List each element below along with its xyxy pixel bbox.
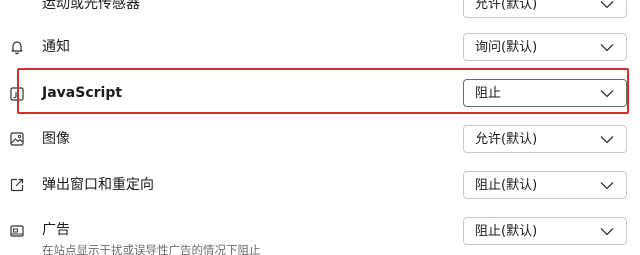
setting-label: 弹出窗口和重定向 <box>42 177 154 193</box>
select-value: 允许(默认) <box>475 0 538 12</box>
images-select[interactable]: 允许(默认) <box>463 125 627 153</box>
setting-label: 图像 <box>42 131 70 147</box>
site-permissions-panel: 运动或光传感器 允许(默认) 通知 询问(默认) JavaScript 阻止 图… <box>0 0 640 255</box>
setting-row-popups: 弹出窗口和重定向 阻止(默认) <box>0 162 640 208</box>
setting-label: 通知 <box>42 39 70 55</box>
notifications-select[interactable]: 询问(默认) <box>463 33 627 61</box>
popup-icon <box>9 177 25 193</box>
ads-select[interactable]: 阻止(默认) <box>463 217 627 245</box>
setting-row-images: 图像 允许(默认) <box>0 116 640 162</box>
setting-row-notifications: 通知 询问(默认) <box>0 24 640 70</box>
select-value: 阻止 <box>475 86 502 101</box>
setting-row-ads: 广告 在站点显示干扰或误导性广告的情况下阻止 阻止(默认) <box>0 208 640 255</box>
image-icon <box>9 131 25 147</box>
javascript-select[interactable]: 阻止 <box>463 79 627 107</box>
chevron-down-icon <box>600 90 614 98</box>
setting-label: 广告 <box>42 222 70 238</box>
select-value: 询问(默认) <box>475 40 538 55</box>
setting-row-motion-sensors: 运动或光传感器 允许(默认) <box>0 0 640 24</box>
motion-sensors-select[interactable]: 允许(默认) <box>463 0 627 18</box>
popups-select[interactable]: 阻止(默认) <box>463 171 627 199</box>
ads-icon <box>9 223 25 239</box>
chevron-down-icon <box>600 228 614 236</box>
chevron-down-icon <box>600 44 614 52</box>
setting-row-javascript: JavaScript 阻止 <box>0 70 640 116</box>
setting-label: 运动或光传感器 <box>42 0 140 12</box>
select-value: 阻止(默认) <box>475 224 538 239</box>
select-value: 允许(默认) <box>475 132 538 147</box>
bell-icon <box>9 39 25 55</box>
select-value: 阻止(默认) <box>475 178 538 193</box>
chevron-down-icon <box>600 182 614 190</box>
chevron-down-icon <box>600 136 614 144</box>
chevron-down-icon <box>600 1 614 9</box>
setting-label: JavaScript <box>42 85 123 101</box>
setting-sublabel: 在站点显示干扰或误导性广告的情况下阻止 <box>42 243 261 255</box>
javascript-icon <box>9 86 25 102</box>
